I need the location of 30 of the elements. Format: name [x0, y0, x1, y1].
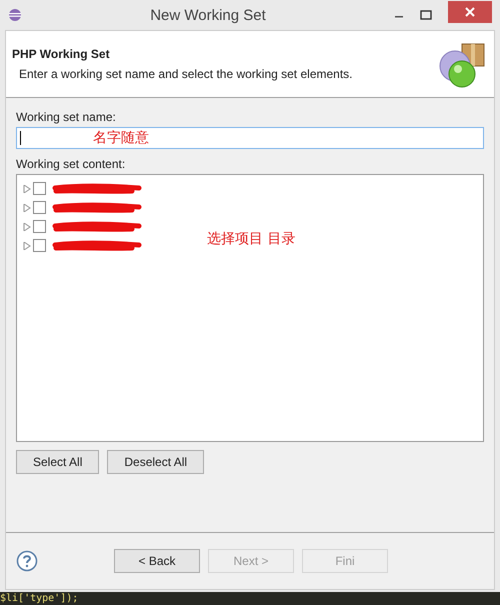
app-icon — [8, 8, 22, 22]
redaction-scribble-icon — [52, 240, 142, 252]
checkbox[interactable] — [33, 220, 46, 233]
page-title: PHP Working Set — [12, 47, 111, 61]
expand-arrow-icon[interactable] — [23, 204, 31, 212]
checkbox[interactable] — [33, 182, 46, 195]
selection-button[interactable]: Deselect All — [107, 450, 204, 474]
annotation-text: 选择项目 目录 — [207, 230, 296, 248]
wizard-button[interactable]: < Back — [114, 549, 200, 573]
checkbox[interactable] — [33, 239, 46, 252]
redaction-scribble-icon — [52, 220, 142, 232]
annotation-text: 名字随意 — [93, 129, 149, 147]
name-input-field[interactable]: 名字随意 — [16, 127, 484, 149]
close-icon — [465, 7, 475, 17]
field-label: Working set name: — [16, 110, 117, 124]
help-icon[interactable] — [16, 550, 38, 572]
expand-arrow-icon[interactable] — [23, 184, 31, 192]
redaction-scribble-icon — [52, 202, 142, 214]
checkbox[interactable] — [33, 201, 46, 214]
code-text: $li['type']); — [0, 592, 78, 604]
tree-view[interactable]: 选择项目 目录 — [16, 174, 484, 442]
page-description: Enter a working set name and select the working set elements. — [18, 67, 353, 81]
expand-arrow-icon[interactable] — [23, 242, 31, 250]
expand-arrow-icon[interactable] — [23, 222, 31, 230]
selection-button[interactable]: Select All — [16, 450, 100, 474]
window-title: New Working Set — [149, 6, 267, 24]
close-button[interactable] — [448, 1, 492, 23]
redaction-scribble-icon — [52, 182, 142, 194]
field-label: Working set content: — [16, 157, 126, 171]
maximize-icon[interactable] — [420, 10, 432, 20]
